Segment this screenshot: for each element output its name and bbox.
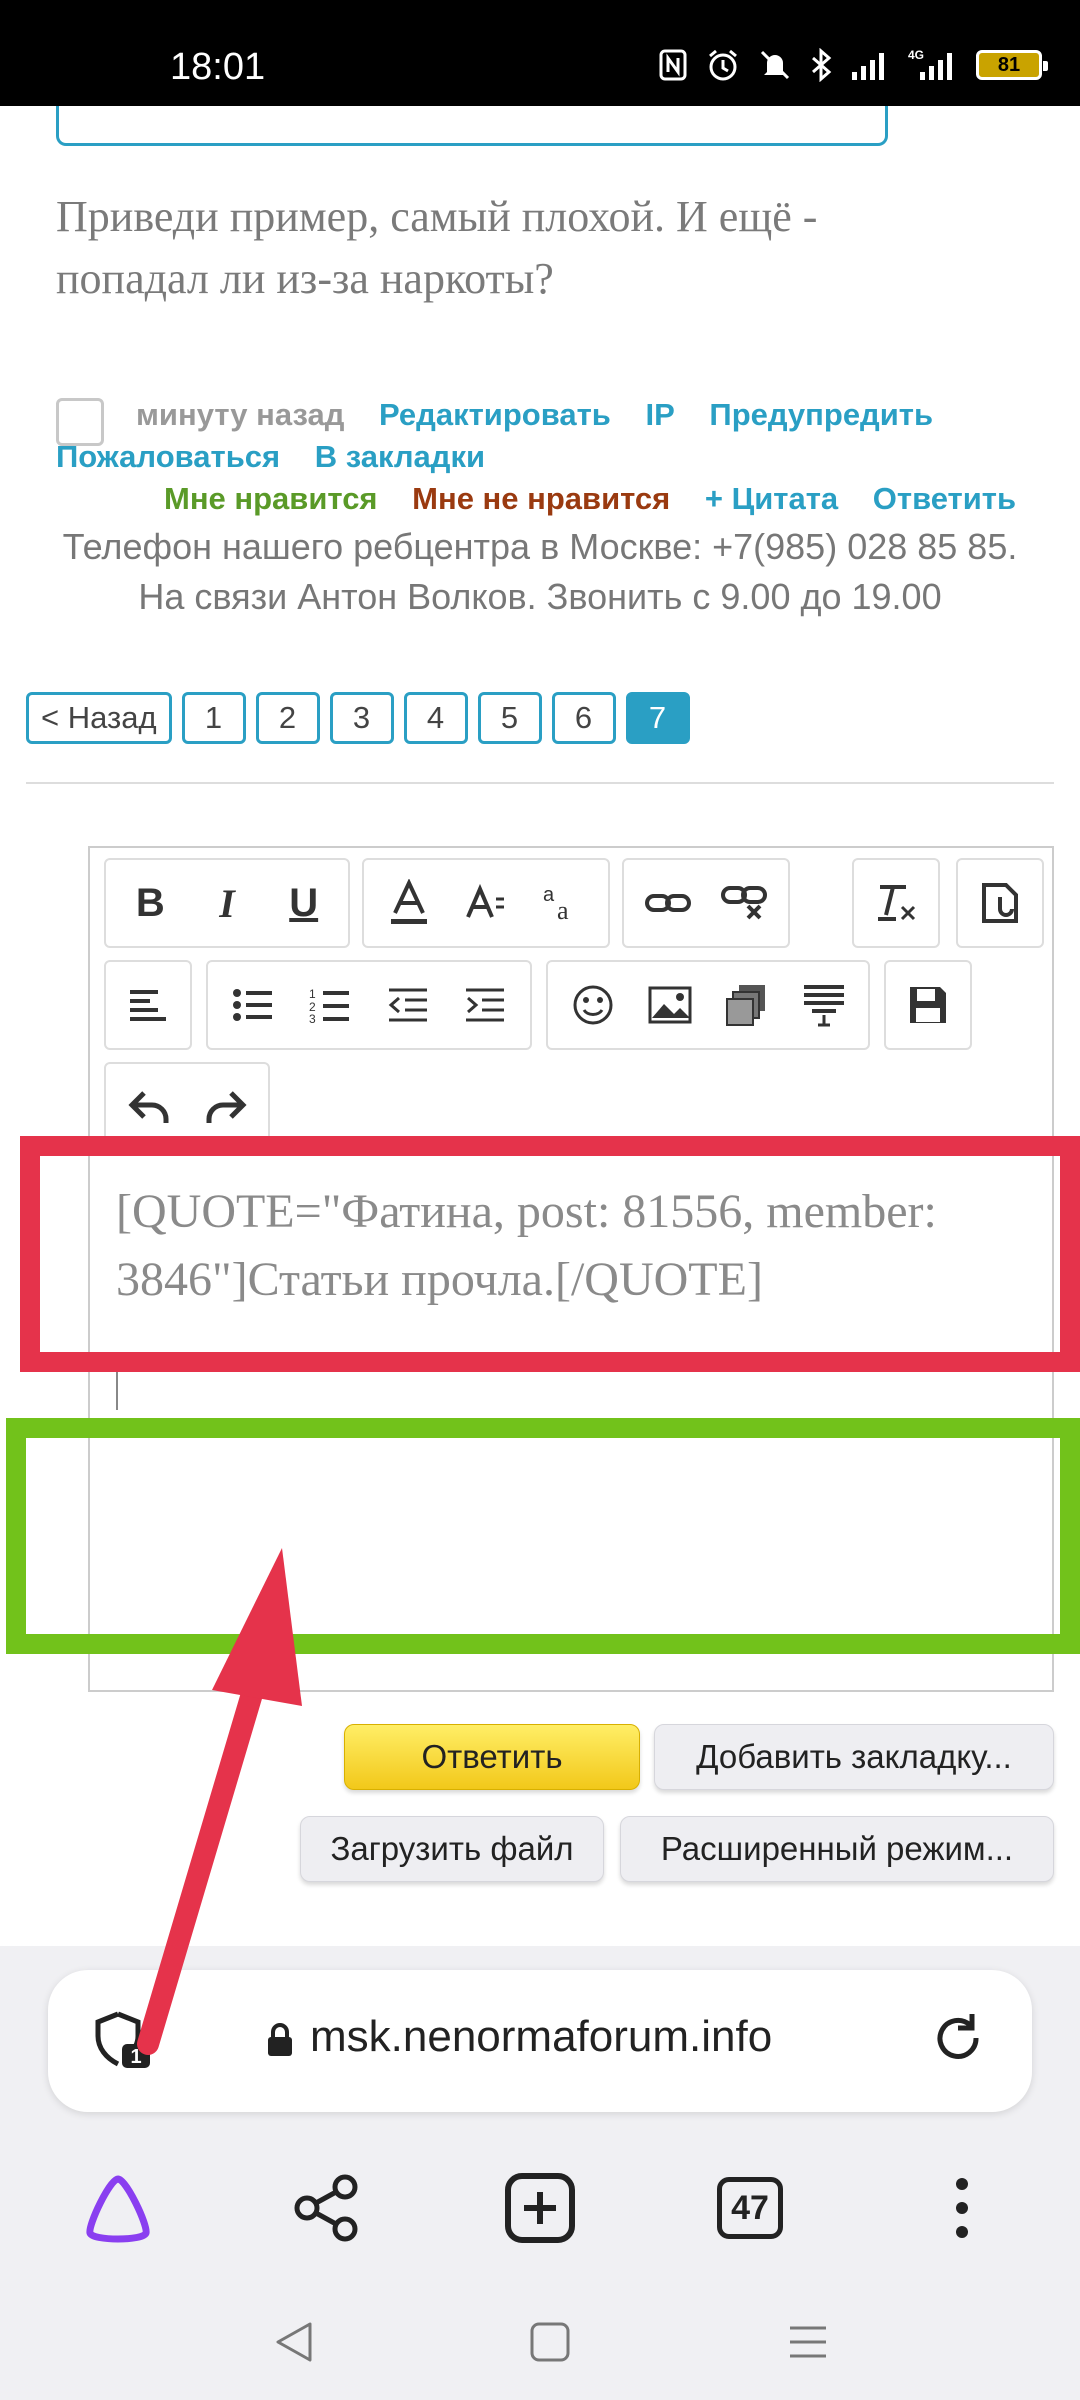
font-family-icon[interactable]: aa [527, 866, 600, 940]
like-link[interactable]: Мне нравится [164, 478, 378, 520]
font-color-icon[interactable] [372, 866, 445, 940]
link-icon[interactable] [632, 866, 704, 940]
tabs-button[interactable]: 47 [700, 2158, 800, 2258]
edit-link[interactable]: Редактировать [379, 394, 611, 436]
ip-link[interactable]: IP [645, 394, 674, 436]
format-group: B I U [104, 858, 350, 948]
more-menu-icon[interactable] [912, 2158, 1012, 2258]
outdent-icon[interactable] [371, 968, 445, 1042]
page-link-current[interactable]: 7 [625, 692, 690, 744]
svg-text:1: 1 [130, 2046, 141, 2068]
reload-icon[interactable] [928, 2010, 988, 2070]
media-icon[interactable] [710, 968, 783, 1042]
svg-text:1: 1 [309, 987, 316, 1001]
lock-icon [266, 2022, 294, 2058]
recents-nav-icon[interactable] [778, 2312, 838, 2372]
reply-link[interactable]: Ответить [873, 478, 1016, 520]
undo-icon[interactable] [114, 1070, 185, 1144]
insert-group [546, 960, 870, 1050]
submit-reply-button[interactable]: Ответить [344, 1724, 640, 1790]
bold-button[interactable]: B [114, 866, 187, 940]
status-icons: 4G 81 [658, 47, 1048, 83]
italic-button[interactable]: I [191, 866, 264, 940]
warn-link[interactable]: Предупредить [709, 394, 933, 436]
indent-icon[interactable] [449, 968, 523, 1042]
underline-button[interactable]: U [267, 866, 340, 940]
svg-text:3: 3 [309, 1012, 316, 1024]
bullet-list-icon[interactable] [216, 968, 290, 1042]
system-navigation [0, 2286, 1080, 2400]
browser-toolbar: 1 msk.nenormaforum.info 47 [0, 1946, 1080, 2400]
add-bookmark-button[interactable]: Добавить закладку... [654, 1724, 1054, 1790]
quote-link[interactable]: + Цитата [705, 478, 838, 520]
status-bar: 18:01 4G 81 [0, 0, 1080, 106]
nfc-icon [658, 48, 688, 82]
link-group [622, 858, 790, 948]
page-link[interactable]: 5 [477, 692, 542, 744]
page-link[interactable]: 4 [403, 692, 468, 744]
pagination: < Назад 1 2 3 4 5 6 7 [26, 692, 690, 744]
bookmark-link[interactable]: В закладки [315, 436, 485, 478]
dislike-link[interactable]: Мне не нравится [412, 478, 670, 520]
select-post-checkbox[interactable] [56, 398, 104, 446]
annotation-red-box [20, 1136, 1080, 1372]
browser-nav: 47 [0, 2158, 1080, 2258]
pagination-back[interactable]: < Назад [26, 692, 172, 744]
bbcode-toggle-icon[interactable] [966, 866, 1034, 940]
page-content: Приведи пример, самый плохой. И ещё - по… [0, 106, 1080, 1946]
bbcode-group [956, 858, 1044, 948]
save-group [884, 960, 972, 1050]
list-group: 123 [206, 960, 532, 1050]
text-cursor [116, 1368, 118, 1410]
annotation-green-box [6, 1418, 1080, 1654]
battery-indicator: 81 [976, 50, 1048, 80]
save-draft-icon[interactable] [894, 968, 962, 1042]
divider [26, 782, 1054, 784]
post-meta: минуту назад Редактировать IP Предупреди… [56, 394, 1036, 520]
shield-icon[interactable]: 1 [92, 2010, 152, 2070]
signature: Телефон нашего ребцентра в Москве: +7(98… [62, 526, 1018, 617]
upload-file-button[interactable]: Загрузить файл [300, 1816, 604, 1882]
svg-text:a: a [557, 896, 569, 923]
remove-format-icon[interactable] [862, 866, 930, 940]
home-nav-icon[interactable] [520, 2312, 580, 2372]
share-icon[interactable] [278, 2158, 378, 2258]
alice-assistant-icon[interactable] [68, 2158, 168, 2258]
svg-text:4G: 4G [908, 48, 924, 62]
previous-quote-box [56, 106, 888, 146]
address-bar[interactable]: 1 msk.nenormaforum.info [48, 1970, 1032, 2112]
text-style-group: aa [362, 858, 610, 948]
signal-icon [850, 48, 890, 82]
advanced-mode-button[interactable]: Расширенный режим... [620, 1816, 1054, 1882]
page-link[interactable]: 2 [255, 692, 320, 744]
svg-text:a: a [543, 884, 555, 906]
signal-4g-icon: 4G [908, 48, 958, 82]
back-nav-icon[interactable] [264, 2312, 324, 2372]
page-link[interactable]: 3 [329, 692, 394, 744]
unlink-icon[interactable] [708, 866, 780, 940]
clock: 18:01 [170, 46, 266, 88]
align-group [104, 960, 192, 1050]
numbered-list-icon[interactable]: 123 [294, 968, 368, 1042]
new-tab-icon[interactable] [490, 2158, 590, 2258]
bluetooth-icon [810, 47, 832, 83]
mute-icon [758, 48, 792, 82]
post-time: минуту назад [136, 397, 345, 432]
smiley-icon[interactable] [556, 968, 629, 1042]
tabs-count: 47 [717, 2177, 783, 2239]
insert-template-icon[interactable] [787, 968, 860, 1042]
post-body: Приведи пример, самый плохой. И ещё - по… [56, 192, 818, 303]
image-icon[interactable] [633, 968, 706, 1042]
url-text[interactable]: msk.nenormaforum.info [310, 2012, 772, 2062]
page-link[interactable]: 1 [181, 692, 246, 744]
page-link[interactable]: 6 [551, 692, 616, 744]
align-left-icon[interactable] [114, 968, 182, 1042]
redo-icon[interactable] [189, 1070, 260, 1144]
font-size-icon[interactable] [449, 866, 522, 940]
alarm-icon [706, 48, 740, 82]
clear-format-group [852, 858, 940, 948]
